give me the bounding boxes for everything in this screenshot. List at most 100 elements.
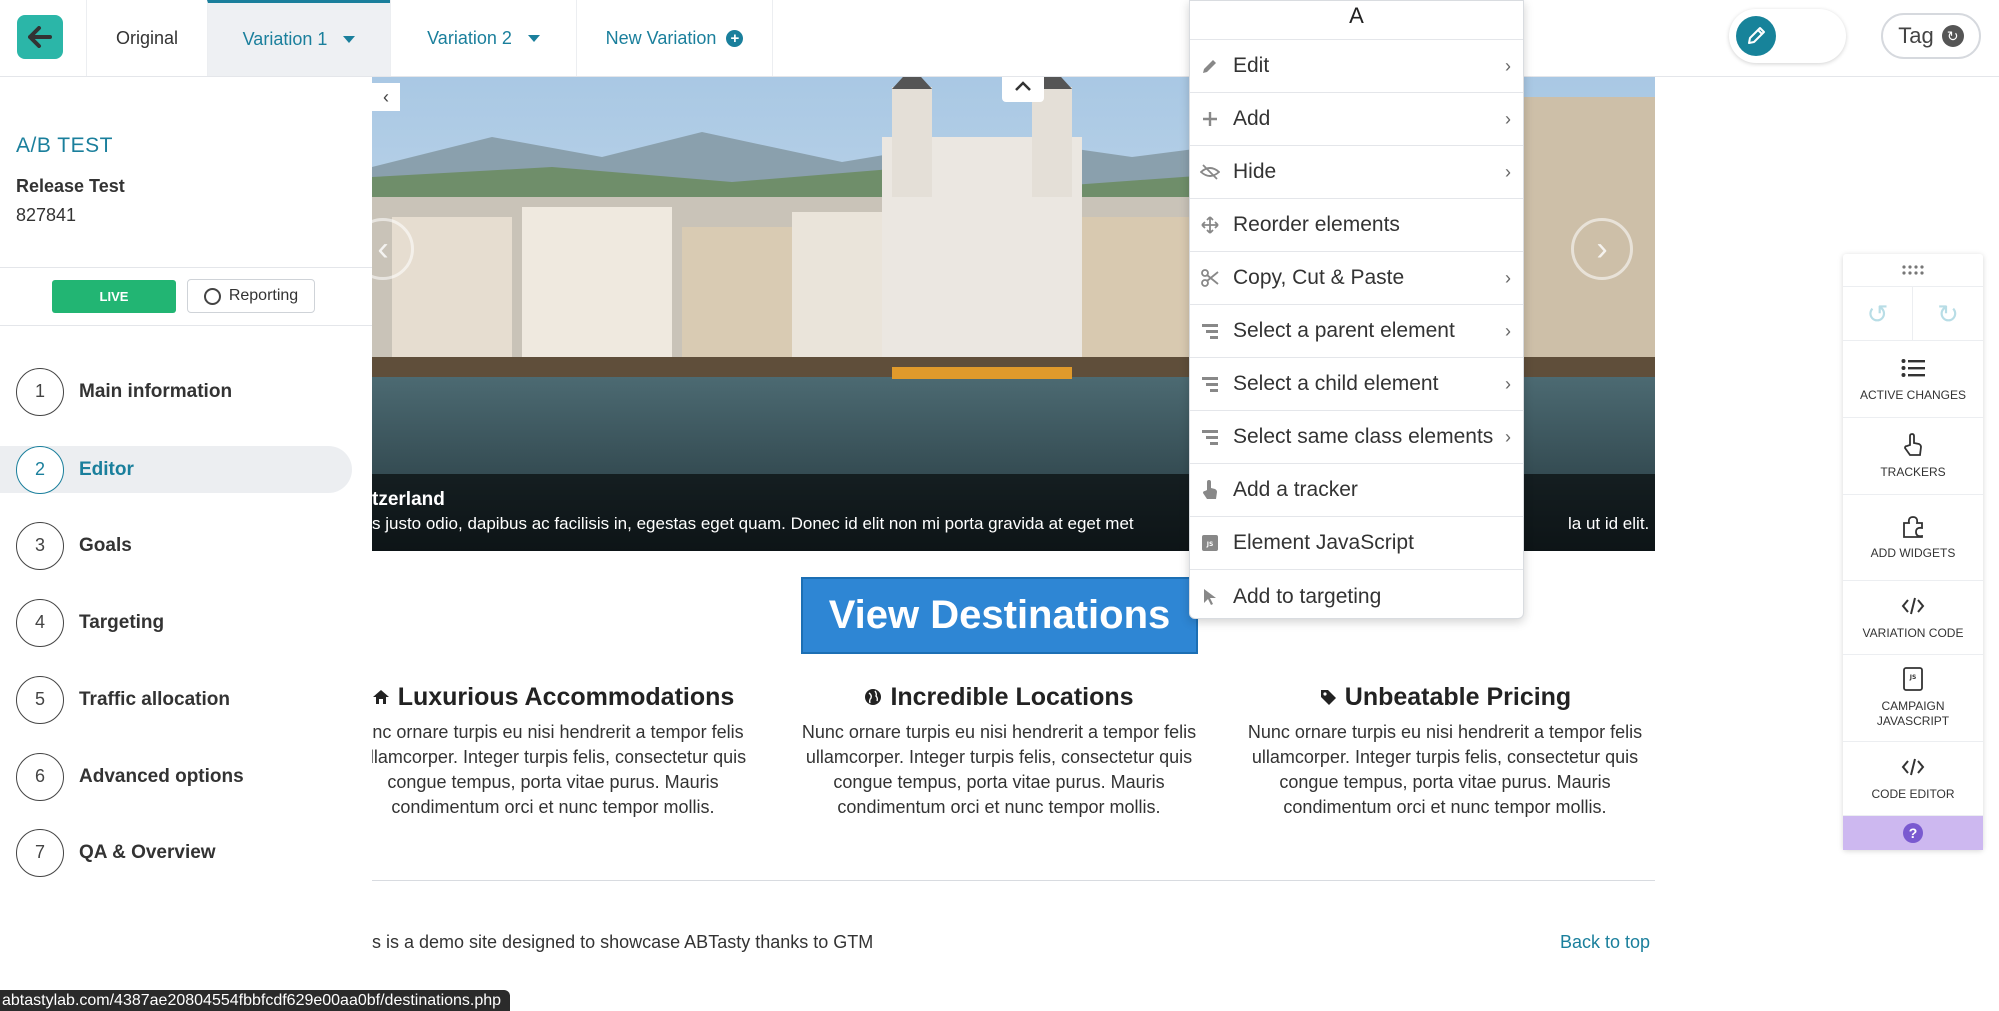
chevron-right-icon: ›: [1505, 373, 1511, 394]
step-goals[interactable]: 3 Goals: [0, 521, 352, 570]
reporting-button[interactable]: Reporting: [187, 279, 315, 313]
editor-topbar: Original Variation 1 Variation 2 New Var…: [0, 0, 1999, 77]
back-button[interactable]: [17, 15, 63, 59]
live-status-badge: LIVE: [52, 280, 176, 313]
step-label: QA & Overview: [79, 841, 216, 863]
feature-incredible-locations: Incredible Locations Nunc ornare turpis …: [784, 683, 1214, 820]
tab-label: Original: [115, 27, 179, 48]
puzzle-icon: [1900, 514, 1926, 538]
hierarchy-icon: [1200, 427, 1220, 447]
menu-item-add-tracker[interactable]: Add a tracker: [1190, 464, 1523, 517]
edit-mode-toggle[interactable]: [1729, 9, 1846, 63]
tab-new-variation[interactable]: New Variation +: [576, 0, 773, 76]
hand-pointer-icon: [1903, 432, 1923, 457]
element-context-menu: A Edit › Add › Hide › Reorder elements C…: [1189, 0, 1524, 619]
editor-tool-panel: ↺ ↻ ACTIVE CHANGES TRACKERS ADD WIDGETS …: [1843, 254, 1983, 850]
chevron-right-icon: ›: [1505, 426, 1511, 447]
feature-title: Luxurious Accommodations: [397, 683, 735, 711]
step-editor[interactable]: 2 Editor: [0, 445, 352, 494]
chevron-right-icon: ›: [1505, 108, 1511, 129]
drag-handle[interactable]: [1843, 254, 1983, 287]
move-arrows-icon: [1200, 215, 1220, 235]
tab-original[interactable]: Original: [86, 0, 207, 76]
tab-label: Variation 2: [427, 27, 512, 48]
step-label: Advanced options: [79, 765, 244, 787]
chevron-right-icon: ›: [1505, 320, 1511, 341]
tool-variation-code[interactable]: VARIATION CODE: [1843, 581, 1983, 655]
pencil-icon: [1200, 56, 1220, 76]
home-icon: [372, 690, 389, 704]
step-advanced-options[interactable]: 6 Advanced options: [0, 752, 352, 801]
test-type-label: A/B TEST: [16, 134, 113, 157]
feature-title: Unbeatable Pricing: [1344, 683, 1572, 711]
test-name: Release Test: [16, 176, 125, 196]
step-traffic-allocation[interactable]: 5 Traffic allocation: [0, 675, 352, 724]
carousel-next-button[interactable]: ›: [1571, 218, 1633, 280]
list-icon: [1901, 356, 1925, 380]
menu-item-select-child[interactable]: Select a child element ›: [1190, 358, 1523, 411]
caret-down-icon[interactable]: [343, 36, 356, 43]
step-main-information[interactable]: 1 Main information: [0, 367, 352, 416]
redo-button[interactable]: ↻: [1913, 287, 1983, 341]
chevron-left-icon: ‹: [383, 86, 389, 107]
tab-variation-2[interactable]: Variation 2: [390, 0, 576, 76]
step-number: 5: [16, 675, 64, 724]
feature-text: unc ornare turpis eu nisi hendrerit a te…: [359, 722, 747, 817]
menu-item-hide[interactable]: Hide ›: [1190, 146, 1523, 199]
caption-text-end: la ut id elit.: [1568, 514, 1650, 533]
selected-element-tag: A: [1190, 1, 1523, 40]
tool-code-editor[interactable]: CODE EDITOR: [1843, 742, 1983, 816]
menu-item-edit[interactable]: Edit ›: [1190, 40, 1523, 93]
chevron-up-icon: [1015, 81, 1031, 91]
caret-down-icon[interactable]: [527, 34, 540, 42]
back-to-top-link[interactable]: Back to top: [1560, 932, 1650, 953]
tab-label: New Variation: [605, 27, 717, 48]
tab-label: Variation 1: [242, 29, 328, 49]
tag-button[interactable]: Tag ↻: [1881, 13, 1981, 59]
redo-icon: ↻: [1937, 298, 1959, 329]
help-button[interactable]: ?: [1843, 816, 1983, 850]
menu-item-reorder[interactable]: Reorder elements: [1190, 199, 1523, 252]
step-label: Traffic allocation: [79, 688, 230, 710]
eye-slash-icon: [1200, 162, 1220, 182]
menu-item-copy-cut-paste[interactable]: Copy, Cut & Paste ›: [1190, 252, 1523, 305]
pencil-icon: [1736, 16, 1776, 56]
step-number: 4: [16, 598, 64, 647]
step-qa-overview[interactable]: 7 QA & Overview: [0, 828, 352, 877]
divider: [0, 267, 372, 268]
undo-button[interactable]: ↺: [1843, 287, 1913, 341]
test-id: 827841: [16, 205, 77, 225]
view-destinations-button[interactable]: View Destinations: [801, 577, 1198, 654]
step-targeting[interactable]: 4 Targeting: [0, 598, 352, 647]
tool-active-changes[interactable]: ACTIVE CHANGES: [1843, 341, 1983, 418]
code-icon: [1901, 594, 1925, 618]
chevron-right-icon: ›: [1505, 161, 1511, 182]
step-number: 2: [16, 445, 64, 494]
caption-title: tzerland: [372, 489, 445, 510]
svg-text:JS: JS: [1206, 541, 1214, 548]
step-number: 3: [16, 521, 64, 570]
chevron-right-icon: ›: [1505, 267, 1511, 288]
caption-text: s justo odio, dapibus ac facilisis in, e…: [372, 514, 1134, 533]
menu-item-select-parent[interactable]: Select a parent element ›: [1190, 305, 1523, 358]
menu-item-add-to-targeting[interactable]: Add to targeting: [1190, 570, 1523, 623]
chevron-right-icon: ›: [1596, 229, 1608, 268]
menu-item-add[interactable]: Add ›: [1190, 93, 1523, 146]
js-file-icon: JS: [1200, 533, 1220, 553]
hierarchy-icon: [1200, 374, 1220, 394]
feature-luxurious-accommodations: Luxurious Accommodations unc ornare turp…: [338, 683, 768, 820]
tool-campaign-javascript[interactable]: JS CAMPAIGN JAVASCRIPT: [1843, 655, 1983, 742]
chart-icon: [203, 287, 221, 305]
step-label: Editor: [79, 458, 134, 480]
tab-variation-1[interactable]: Variation 1: [207, 0, 390, 76]
status-url: abtastylab.com/4387ae20804554fbbfcdf629e…: [0, 990, 511, 1011]
tool-add-widgets[interactable]: ADD WIDGETS: [1843, 495, 1983, 581]
menu-item-select-same-class[interactable]: Select same class elements ›: [1190, 411, 1523, 464]
feature-title: Incredible Locations: [890, 683, 1134, 711]
code-icon: [1901, 755, 1925, 779]
reporting-label: Reporting: [228, 287, 299, 304]
help-icon: ?: [1903, 823, 1923, 843]
menu-item-element-javascript[interactable]: JS Element JavaScript: [1190, 517, 1523, 570]
tool-trackers[interactable]: TRACKERS: [1843, 418, 1983, 495]
collapse-sidebar-button[interactable]: ‹: [372, 83, 400, 111]
